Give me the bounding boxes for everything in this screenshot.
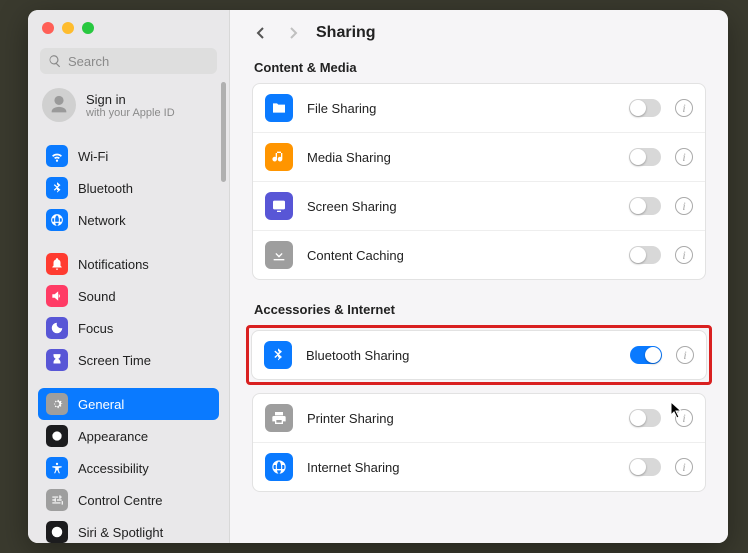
sidebar-item-label: Appearance (78, 429, 148, 444)
sidebar-item-focus[interactable]: Focus (38, 312, 219, 344)
sidebar-item-network[interactable]: Network (38, 204, 219, 236)
info-button[interactable]: i (675, 148, 693, 166)
setting-label: Printer Sharing (307, 411, 615, 426)
setting-label: File Sharing (307, 101, 615, 116)
toggle-printer-sharing[interactable] (629, 409, 661, 427)
sidebar-item-bluetooth[interactable]: Bluetooth (38, 172, 219, 204)
sidebar-item-siri-spotlight[interactable]: Siri & Spotlight (38, 516, 219, 543)
sidebar-item-label: Wi-Fi (78, 149, 108, 164)
sliders-icon (46, 489, 68, 511)
sidebar-item-control-centre[interactable]: Control Centre (38, 484, 219, 516)
info-button[interactable]: i (675, 458, 693, 476)
moon-icon (46, 317, 68, 339)
info-button[interactable]: i (676, 346, 694, 364)
sidebar-item-label: Control Centre (78, 493, 163, 508)
music-icon (265, 143, 293, 171)
account-line2: with your Apple ID (86, 107, 175, 119)
sidebar-item-label: Network (78, 213, 126, 228)
info-button[interactable]: i (675, 99, 693, 117)
download-icon (265, 241, 293, 269)
globe-icon (265, 453, 293, 481)
setting-label: Content Caching (307, 248, 615, 263)
fullscreen-window-button[interactable] (82, 22, 94, 34)
sidebar-item-accessibility[interactable]: Accessibility (38, 452, 219, 484)
sidebar-item-label: Accessibility (78, 461, 149, 476)
toggle-screen-sharing[interactable] (629, 197, 661, 215)
settings-window: Search Sign in with your Apple ID Wi-Fi B… (28, 10, 728, 543)
section-heading: Content & Media (254, 60, 706, 75)
sidebar-item-label: Notifications (78, 257, 149, 272)
setting-label: Internet Sharing (307, 460, 615, 475)
toggle-media-sharing[interactable] (629, 148, 661, 166)
setting-row-file-sharing: File Sharing i (253, 84, 705, 132)
sidebar-item-label: Screen Time (78, 353, 151, 368)
forward-button[interactable] (284, 24, 302, 42)
wifi-icon (46, 145, 68, 167)
sound-icon (46, 285, 68, 307)
bluetooth-icon (264, 341, 292, 369)
window-controls (28, 22, 229, 48)
gear-icon (46, 393, 68, 415)
search-placeholder: Search (68, 54, 109, 69)
bluetooth-icon (46, 177, 68, 199)
hourglass-icon (46, 349, 68, 371)
folder-icon (265, 94, 293, 122)
access-icon (46, 457, 68, 479)
scrollbar[interactable] (221, 82, 226, 182)
info-button[interactable]: i (675, 409, 693, 427)
toggle-bluetooth-sharing[interactable] (630, 346, 662, 364)
setting-row-internet-sharing: Internet Sharing i (253, 442, 705, 491)
setting-row-printer-sharing: Printer Sharing i (253, 394, 705, 442)
sidebar: Search Sign in with your Apple ID Wi-Fi B… (28, 10, 230, 543)
bell-icon (46, 253, 68, 275)
toggle-file-sharing[interactable] (629, 99, 661, 117)
sidebar-item-label: Focus (78, 321, 113, 336)
search-icon (48, 54, 62, 68)
globe-icon (46, 209, 68, 231)
siri-icon (46, 521, 68, 543)
highlighted-setting: Bluetooth Sharing i (246, 325, 712, 385)
appearance-icon (46, 425, 68, 447)
search-input[interactable]: Search (40, 48, 217, 74)
sidebar-item-label: Sound (78, 289, 116, 304)
sidebar-item-screen-time[interactable]: Screen Time (38, 344, 219, 376)
sidebar-item-appearance[interactable]: Appearance (38, 420, 219, 452)
sidebar-list: Wi-Fi Bluetooth Network Notifications Sound F… (28, 134, 229, 543)
info-button[interactable]: i (675, 197, 693, 215)
setting-label: Media Sharing (307, 150, 615, 165)
setting-label: Bluetooth Sharing (306, 348, 616, 363)
topbar: Sharing (230, 10, 728, 56)
setting-row-screen-sharing: Screen Sharing i (253, 181, 705, 230)
page-title: Sharing (316, 24, 376, 42)
toggle-internet-sharing[interactable] (629, 458, 661, 476)
sidebar-item-notifications[interactable]: Notifications (38, 248, 219, 280)
screen-icon (265, 192, 293, 220)
sidebar-item-label: Siri & Spotlight (78, 525, 163, 540)
sidebar-item-general[interactable]: General (38, 388, 219, 420)
setting-row-content-caching: Content Caching i (253, 230, 705, 279)
section-heading: Accessories & Internet (254, 302, 706, 317)
setting-row-bluetooth-sharing: Bluetooth Sharing i (252, 331, 706, 379)
main-panel: Sharing Content & MediaFile SharingiMedi… (230, 10, 728, 543)
sidebar-item-label: Bluetooth (78, 181, 133, 196)
account-row[interactable]: Sign in with your Apple ID (28, 88, 229, 134)
sidebar-item-sound[interactable]: Sound (38, 280, 219, 312)
close-window-button[interactable] (42, 22, 54, 34)
setting-label: Screen Sharing (307, 199, 615, 214)
avatar (42, 88, 76, 122)
printer-icon (265, 404, 293, 432)
content-area: Content & MediaFile SharingiMedia Sharin… (230, 56, 728, 543)
minimize-window-button[interactable] (62, 22, 74, 34)
setting-row-media-sharing: Media Sharing i (253, 132, 705, 181)
info-button[interactable]: i (675, 246, 693, 264)
account-line1: Sign in (86, 92, 175, 107)
sidebar-item-label: General (78, 397, 124, 412)
back-button[interactable] (252, 24, 270, 42)
toggle-content-caching[interactable] (629, 246, 661, 264)
sidebar-item-wi-fi[interactable]: Wi-Fi (38, 140, 219, 172)
